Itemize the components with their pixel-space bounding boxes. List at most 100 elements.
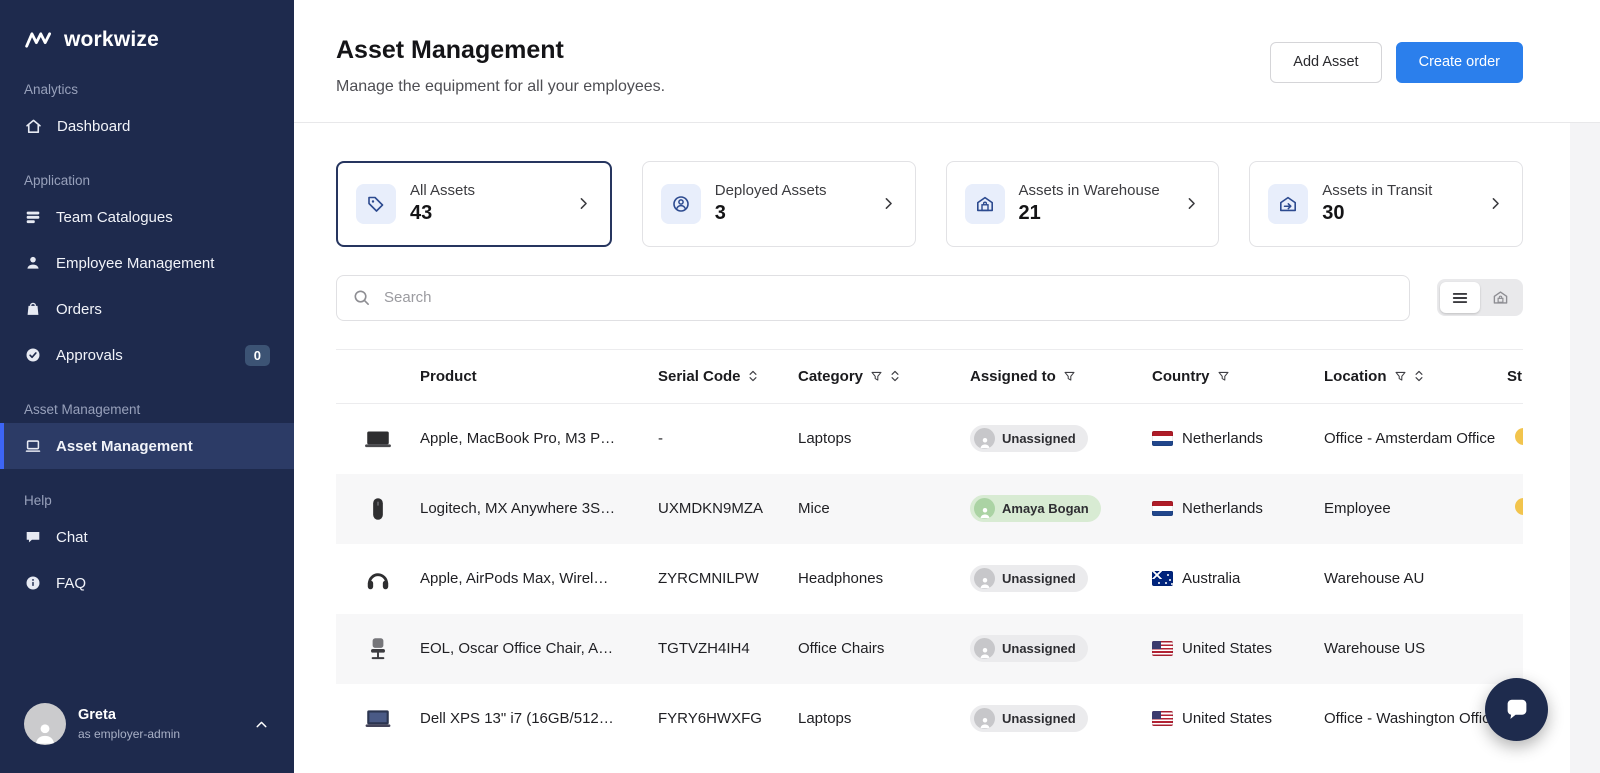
stat-card-deployed-assets[interactable]: Deployed Assets 3 (642, 161, 916, 247)
column-header-country[interactable]: Country (1152, 368, 1324, 385)
assigned-name: Unassigned (1002, 641, 1076, 656)
workwize-logo[interactable]: workwize (0, 0, 294, 58)
product-name: Dell XPS 13" i7 (16GB/512… (420, 710, 658, 727)
avatar-icon (974, 708, 995, 729)
sidebar-item-employee-management[interactable]: Employee Management (0, 240, 294, 286)
column-header-assigned-to[interactable]: Assigned to (970, 368, 1152, 385)
sort-icon[interactable] (748, 369, 758, 383)
sidebar-item-team-catalogues[interactable]: Team Catalogues (0, 194, 294, 240)
deployed-person-icon (661, 184, 701, 224)
user-menu[interactable]: Greta as employer-admin (0, 681, 294, 773)
sidebar-item-chat[interactable]: Chat (0, 514, 294, 560)
category: Laptops (798, 430, 970, 447)
tag-icon (356, 184, 396, 224)
product-name: Apple, MacBook Pro, M3 P… (420, 430, 658, 447)
category: Office Chairs (798, 640, 970, 657)
assigned-pill: Unassigned (970, 425, 1088, 452)
home-icon (24, 117, 43, 136)
create-order-button[interactable]: Create order (1396, 42, 1523, 83)
transit-icon (1268, 184, 1308, 224)
chevron-right-icon (1183, 195, 1200, 212)
sort-icon[interactable] (1414, 369, 1424, 383)
filter-icon[interactable] (1394, 370, 1407, 383)
assigned-pill: Amaya Bogan (970, 495, 1101, 522)
serial-code: FYRY6HWXFG (658, 710, 798, 727)
warehouse-view-button[interactable] (1480, 282, 1520, 313)
add-asset-button[interactable]: Add Asset (1270, 42, 1381, 83)
chevron-right-icon (880, 195, 897, 212)
sidebar-item-faq[interactable]: FAQ (0, 560, 294, 606)
sidebar-item-dashboard[interactable]: Dashboard (0, 103, 294, 149)
filter-icon[interactable] (1217, 370, 1230, 383)
chevron-up-icon (253, 716, 270, 733)
sidebar-item-orders[interactable]: Orders (0, 286, 294, 332)
product-thumbnail-macbook (364, 425, 392, 453)
stat-card-label: All Assets (410, 182, 475, 199)
stat-card-label: Assets in Transit (1322, 182, 1432, 199)
section-label-application: Application (0, 173, 294, 188)
serial-code: ZYRCMNILPW (658, 570, 798, 587)
search-box (336, 275, 1410, 321)
product-name: EOL, Oscar Office Chair, A… (420, 640, 658, 657)
table-row[interactable]: Logitech, MX Anywhere 3S… UXMDKN9MZA Mic… (336, 474, 1523, 544)
filter-icon[interactable] (1063, 370, 1076, 383)
user-role: as employer-admin (78, 727, 180, 741)
section-label-asset-management: Asset Management (0, 402, 294, 417)
sidebar-item-label: Dashboard (57, 118, 130, 135)
stat-card-assets-in-transit[interactable]: Assets in Transit 30 (1249, 161, 1523, 247)
chat-bubble-icon (1502, 695, 1532, 725)
warehouse-view-icon (1492, 289, 1509, 306)
category: Headphones (798, 570, 970, 587)
sidebar-item-label: Approvals (56, 347, 123, 364)
assigned-pill: Unassigned (970, 705, 1088, 732)
avatar-icon (974, 428, 995, 449)
sidebar-item-label: Asset Management (56, 438, 193, 455)
user-avatar (24, 703, 66, 745)
column-header-category[interactable]: Category (798, 368, 970, 385)
product-thumbnail-chair (364, 635, 392, 663)
assigned-name: Unassigned (1002, 431, 1076, 446)
chat-launcher-button[interactable] (1485, 678, 1548, 741)
column-header-status[interactable]: St (1507, 368, 1523, 385)
orders-icon (24, 300, 42, 318)
stat-card-all-assets[interactable]: All Assets 43 (336, 161, 612, 247)
sidebar: workwize Analytics Dashboard Application… (0, 0, 294, 773)
avatar-icon (974, 568, 995, 589)
table-row[interactable]: Dell XPS 13" i7 (16GB/512… FYRY6HWXFG La… (336, 684, 1523, 754)
search-row (336, 275, 1523, 321)
avatar-icon (974, 498, 995, 519)
sidebar-item-label: Employee Management (56, 255, 214, 272)
stat-card-value: 43 (410, 202, 475, 225)
chevron-right-icon (1487, 195, 1504, 212)
approvals-check-icon (24, 346, 42, 364)
sort-icon[interactable] (890, 369, 900, 383)
column-header-location[interactable]: Location (1324, 368, 1507, 385)
location: Office - Washington Office (1324, 710, 1507, 727)
filter-icon[interactable] (870, 370, 883, 383)
sidebar-item-approvals[interactable]: Approvals 0 (0, 332, 294, 378)
sidebar-item-asset-management[interactable]: Asset Management (0, 423, 294, 469)
scrollbar-gutter[interactable] (1570, 123, 1600, 773)
serial-code: - (658, 430, 798, 447)
stat-cards: All Assets 43 Deployed Assets 3 (336, 161, 1523, 247)
stat-card-assets-in-warehouse[interactable]: Assets in Warehouse 21 (946, 161, 1220, 247)
column-header-product: Product (420, 368, 658, 385)
category: Laptops (798, 710, 970, 727)
table-row[interactable]: Apple, MacBook Pro, M3 P… - Laptops Unas… (336, 404, 1523, 474)
search-input[interactable] (382, 288, 1394, 307)
table-header-row: Product Serial Code Category Assigned to (336, 349, 1523, 404)
sidebar-item-label: Chat (56, 529, 88, 546)
chat-bubble-icon (24, 528, 42, 546)
stat-card-label: Deployed Assets (715, 182, 827, 199)
serial-code: UXMDKN9MZA (658, 500, 798, 517)
search-icon (352, 288, 371, 307)
column-header-serial-code[interactable]: Serial Code (658, 368, 798, 385)
list-view-button[interactable] (1440, 282, 1480, 313)
table-row[interactable]: EOL, Oscar Office Chair, A… TGTVZH4IH4 O… (336, 614, 1523, 684)
table-row[interactable]: Apple, AirPods Max, Wirel… ZYRCMNILPW He… (336, 544, 1523, 614)
assigned-pill: Unassigned (970, 565, 1088, 592)
avatar-icon (974, 638, 995, 659)
status-dot (1515, 428, 1523, 445)
approvals-count-badge: 0 (245, 345, 270, 366)
stat-card-value: 21 (1019, 202, 1160, 225)
